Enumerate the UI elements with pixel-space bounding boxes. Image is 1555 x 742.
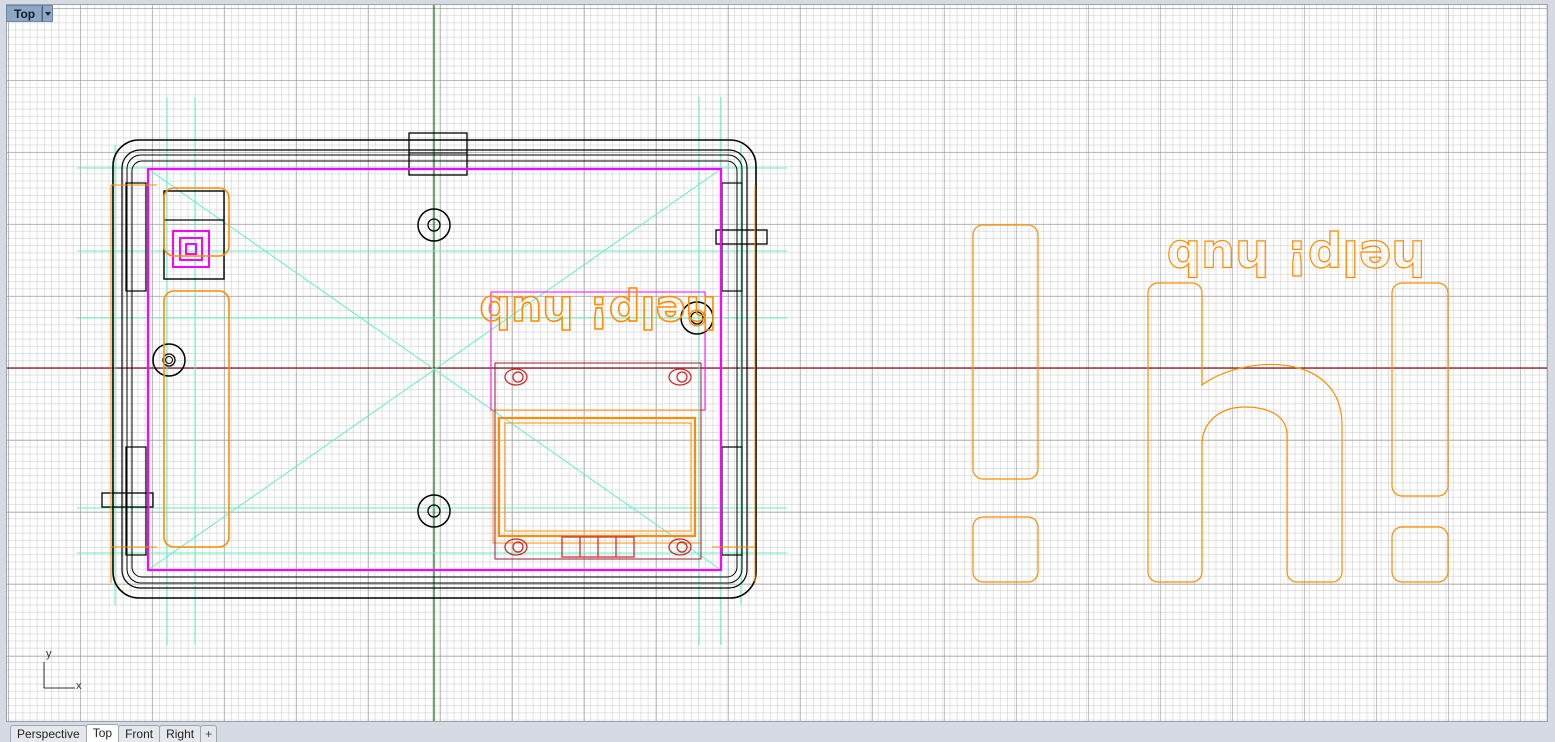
viewport-canvas[interactable]: help! hub help! hub y x — [7, 5, 1548, 722]
viewport-tabs: Perspective Top Front Right + — [0, 724, 1555, 742]
tab-right[interactable]: Right — [159, 725, 202, 742]
add-tab-icon[interactable]: + — [200, 725, 218, 742]
tab-perspective[interactable]: Perspective — [10, 725, 87, 742]
tab-front[interactable]: Front — [118, 725, 161, 742]
chevron-down-icon[interactable] — [42, 5, 54, 22]
pcb-mount-holes — [504, 368, 692, 558]
construction-lines — [77, 97, 787, 645]
pcb-outline — [494, 362, 702, 560]
viewport-title[interactable]: Top — [6, 5, 54, 22]
tab-top[interactable]: Top — [85, 724, 120, 742]
axis-indicator: y x — [43, 648, 82, 692]
orange-features — [110, 184, 756, 583]
mirrored-text-small: help! hub — [479, 286, 716, 337]
axis-label-y: y — [46, 648, 52, 660]
mirrored-text-large: help! hub — [1167, 229, 1426, 285]
viewport-name[interactable]: Top — [6, 5, 43, 22]
top-viewport[interactable]: help! hub help! hub y x — [6, 4, 1548, 722]
axis-label-x: x — [76, 680, 82, 692]
